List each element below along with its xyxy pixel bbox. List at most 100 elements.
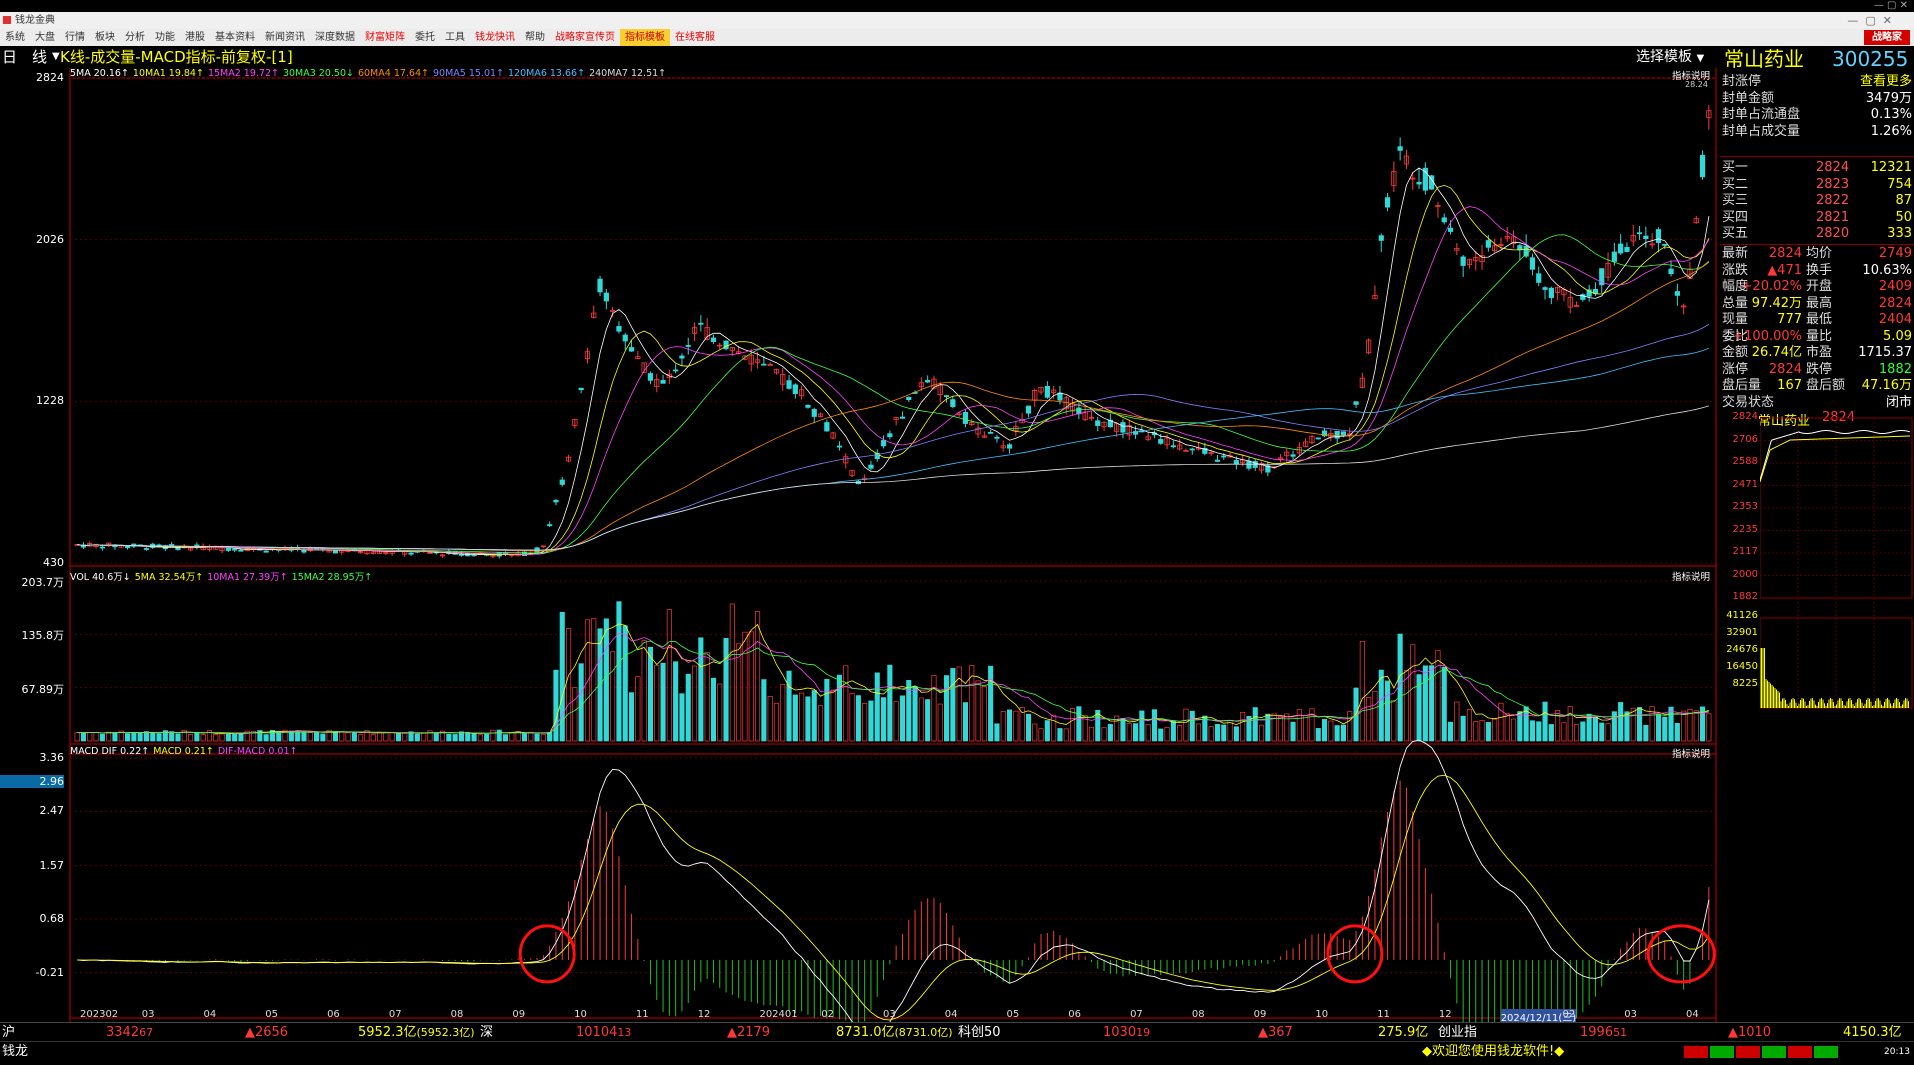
candle-body (301, 549, 307, 553)
chart-area[interactable] (0, 68, 1720, 1022)
menu-item-3[interactable]: 板块 (90, 29, 120, 46)
mini-volume-tick: 32901 (1726, 627, 1758, 638)
strategist-button[interactable]: 战略家 (1864, 30, 1910, 45)
volume-explain-button[interactable]: 指标说明 (1672, 569, 1710, 583)
volume-bar (225, 734, 231, 742)
volume-bar (219, 733, 225, 742)
bid-price: 2820 (1816, 226, 1850, 241)
volume-bar (836, 674, 843, 742)
volume-bar (1536, 721, 1542, 742)
volume-bar (1013, 710, 1019, 742)
window-controls[interactable]: — ▢ ✕ (1874, 0, 1908, 12)
volume-bar (1630, 707, 1636, 742)
stat-row: 涨跌 ▲471 换手 10.63% (1720, 263, 1914, 280)
menu-item-15[interactable]: 战略家宣传页 (550, 29, 620, 46)
menu-item-6[interactable]: 港股 (180, 29, 210, 46)
menu-item-0[interactable]: 系统 (0, 29, 30, 46)
sz-amount: 8731.0亿(8731.0亿) (836, 1025, 953, 1040)
volume-bar (654, 664, 660, 742)
period-dropdown-icon[interactable]: ▼ (52, 46, 60, 68)
stat-row: 金额 26.74亿 市盈 1715.37 (1720, 345, 1914, 362)
menu-item-1[interactable]: 大盘 (30, 29, 60, 46)
macd-explain-button[interactable]: 指标说明 (1672, 746, 1710, 760)
bid-size: 87 (1895, 193, 1912, 208)
volume-bar (1359, 640, 1365, 742)
stat-label: 盘后量 (1722, 378, 1762, 393)
sz-change: ▲2179 (727, 1025, 771, 1040)
volume-bar (591, 618, 597, 742)
bid-row[interactable]: 买二 2823 754 (1720, 177, 1914, 194)
candle-body (962, 412, 969, 424)
volume-bar (1529, 720, 1536, 742)
volume-bar (414, 733, 420, 742)
x-axis-label: 04 (1686, 1009, 1699, 1020)
volume-bar (131, 732, 137, 742)
x-axis-label: 03 (1624, 1009, 1637, 1020)
mini-intraday-chart[interactable] (1760, 410, 1914, 710)
menu-item-14[interactable]: 帮助 (520, 29, 550, 46)
volume-bar (465, 732, 471, 742)
menu-item-8[interactable]: 新闻资讯 (260, 29, 310, 46)
volume-bar (1252, 707, 1258, 742)
volume-bar (1662, 716, 1668, 742)
volume-bar (1618, 702, 1624, 742)
volume-bar (899, 695, 906, 742)
menu-item-11[interactable]: 委托 (410, 29, 440, 46)
bid-row[interactable]: 买三 2822 87 (1720, 193, 1914, 210)
app-win-controls[interactable]: — ▢ ✕ (1847, 12, 1892, 29)
menu-item-4[interactable]: 分析 (120, 29, 150, 46)
stat-row: 委比 +100.00% 量比 5.09 (1720, 329, 1914, 346)
menu-item-7[interactable]: 基本资料 (210, 29, 260, 46)
mini-volume-tick: 16450 (1726, 661, 1758, 672)
candle-body (1246, 460, 1252, 469)
mini-volume-tick: 24676 (1726, 644, 1758, 655)
y-label-price: 2026 (36, 232, 64, 246)
volume-bar (1321, 719, 1328, 742)
volume-bar (433, 732, 439, 742)
stat-row: 盘后量 167 盘后额 47.16万 (1720, 378, 1914, 395)
candle-body (1674, 291, 1680, 296)
quote-row-label: 封单占流通盘 (1722, 107, 1801, 122)
x-axis-label: 11 (635, 1009, 649, 1020)
stat-label: 交易状态 (1722, 394, 1775, 410)
stat-value: 2824 (1878, 295, 1912, 311)
sz-label: 深 (480, 1025, 494, 1040)
menu-item-2[interactable]: 行情 (60, 29, 90, 46)
volume-bar (1101, 727, 1107, 742)
volume-bar (723, 637, 729, 742)
bid-row[interactable]: 买一 2824 12321 (1720, 160, 1914, 177)
x-axis-label: 09 (512, 1009, 526, 1020)
candle-body (263, 550, 269, 553)
bid-row[interactable]: 买五 2820 333 (1720, 226, 1914, 243)
y-label-volume: 67.89万 (21, 682, 65, 696)
y-label-macd: 1.57 (39, 858, 65, 872)
x-axis-label: 05 (1006, 1009, 1020, 1020)
quote-row-value: 3479万 (1865, 90, 1912, 106)
menu-item-10[interactable]: 财富矩阵 (360, 29, 410, 46)
select-template-button[interactable]: 选择模板 ▼ (1636, 46, 1704, 70)
candle-body (578, 387, 584, 391)
menu-item-5[interactable]: 功能 (150, 29, 180, 46)
bid-price: 2822 (1816, 193, 1850, 208)
volume-bar (1605, 723, 1611, 742)
volume-bar (1567, 706, 1573, 742)
menu-item-13[interactable]: 钱龙快讯 (470, 29, 520, 46)
candle-body (597, 278, 603, 293)
period-selector[interactable]: 日 线 (2, 46, 47, 68)
menu-item-17[interactable]: 在线客服 (670, 29, 720, 46)
volume-bar (143, 731, 150, 742)
y-label-volume: 135.8万 (21, 629, 65, 643)
menu-item-12[interactable]: 工具 (440, 29, 470, 46)
volume-bar (1189, 710, 1195, 742)
volume-bar (1372, 690, 1378, 742)
volume-bar (931, 675, 937, 742)
volume-bar (975, 680, 981, 742)
menu-item-9[interactable]: 深度数据 (310, 29, 360, 46)
bid-row[interactable]: 买四 2821 50 (1720, 210, 1914, 227)
menu-item-16[interactable]: 指标模板 (620, 29, 670, 46)
stat-value: 5.09 (1883, 328, 1912, 344)
candle-body (824, 422, 830, 432)
quote-row-value[interactable]: 查看更多 (1860, 74, 1912, 91)
volume-bar (1214, 724, 1221, 742)
volume-bar (150, 732, 156, 742)
